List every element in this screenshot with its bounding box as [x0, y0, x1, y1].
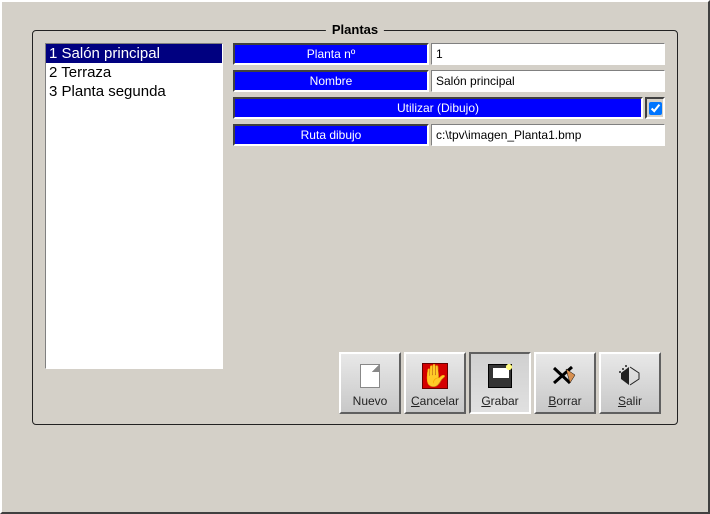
stop-hand-icon: ✋	[419, 360, 451, 392]
input-ruta[interactable]	[431, 124, 665, 146]
delete-icon	[549, 360, 581, 392]
borrar-button[interactable]: Borrar	[534, 352, 596, 414]
row-ruta: Ruta dibujo	[233, 124, 665, 146]
accel-s: S	[618, 394, 626, 408]
label-ruta: Ruta dibujo	[233, 124, 429, 146]
fieldset-legend: Plantas	[326, 22, 384, 37]
row-planta-no: Planta nº	[233, 43, 665, 65]
list-item[interactable]: 3 Planta segunda	[46, 82, 222, 101]
nuevo-label: Nuevo	[353, 394, 388, 408]
label-planta-no: Planta nº	[233, 43, 429, 65]
grabar-button[interactable]: Grabar	[469, 352, 531, 414]
label-nombre: Nombre	[233, 70, 429, 92]
row-nombre: Nombre	[233, 70, 665, 92]
save-disk-icon	[484, 360, 516, 392]
button-bar: Nuevo ✋ Cancelar Grabar	[339, 352, 661, 414]
main-fieldset: Plantas 1 Salón principal2 Terraza3 Plan…	[32, 30, 678, 425]
row-utilizar: Utilizar (Dibujo)	[233, 97, 665, 119]
input-planta-no[interactable]	[431, 43, 665, 65]
accel-c: C	[411, 394, 420, 408]
cancelar-label: Cancelar	[411, 394, 459, 408]
accel-g: G	[481, 394, 490, 408]
checkbox-utilizar[interactable]	[649, 102, 662, 115]
exit-icon	[614, 360, 646, 392]
cancelar-button[interactable]: ✋ Cancelar	[404, 352, 466, 414]
list-item[interactable]: 1 Salón principal	[46, 44, 222, 63]
checkbox-cell-utilizar	[645, 97, 665, 119]
plantas-listbox[interactable]: 1 Salón principal2 Terraza3 Planta segun…	[45, 43, 223, 369]
borrar-label: Borrar	[548, 394, 581, 408]
app-window: Plantas 1 Salón principal2 Terraza3 Plan…	[0, 0, 710, 514]
input-nombre[interactable]	[431, 70, 665, 92]
salir-button[interactable]: Salir	[599, 352, 661, 414]
label-utilizar: Utilizar (Dibujo)	[233, 97, 643, 119]
salir-label: Salir	[618, 394, 642, 408]
list-item[interactable]: 2 Terraza	[46, 63, 222, 82]
nuevo-button[interactable]: Nuevo	[339, 352, 401, 414]
new-file-icon	[354, 360, 386, 392]
grabar-label: Grabar	[481, 394, 518, 408]
